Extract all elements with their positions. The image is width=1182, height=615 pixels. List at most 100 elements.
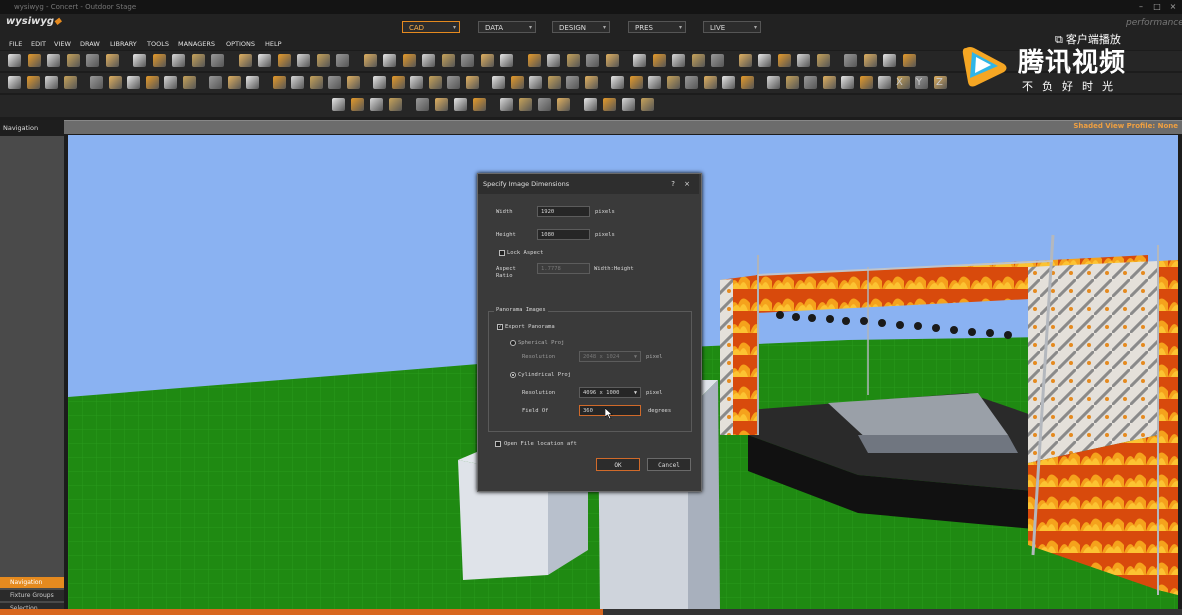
tool-icon[interactable]	[246, 76, 259, 89]
tool-icon[interactable]	[777, 54, 791, 67]
open-file-location-checkbox[interactable]	[495, 441, 501, 447]
tool-icon[interactable]	[641, 98, 654, 111]
tool-icon[interactable]	[611, 76, 624, 89]
tool-icon[interactable]	[480, 54, 494, 67]
tool-icon[interactable]	[519, 98, 532, 111]
menu-tools[interactable]: TOOLS	[147, 38, 169, 50]
tool-icon[interactable]	[26, 76, 40, 89]
tool-icon[interactable]	[416, 98, 429, 111]
tool-icon[interactable]	[465, 76, 479, 89]
nav-tab-fixture-groups[interactable]: Fixture Groups	[0, 590, 64, 601]
menu-draw[interactable]: DRAW	[80, 38, 100, 50]
tool-icon[interactable]	[422, 54, 435, 67]
tool-icon[interactable]	[691, 54, 705, 67]
tool-icon[interactable]	[722, 76, 735, 89]
tool-icon[interactable]	[622, 98, 635, 111]
tool-icon[interactable]	[797, 54, 810, 67]
tool-icon[interactable]	[164, 76, 177, 89]
tool-icon[interactable]	[105, 54, 119, 67]
tool-icon[interactable]	[758, 54, 771, 67]
tool-icon[interactable]	[547, 76, 561, 89]
tool-icon[interactable]	[584, 76, 598, 89]
tool-icon[interactable]	[238, 54, 252, 67]
minimize-icon[interactable]: –	[1134, 0, 1148, 14]
tool-icon[interactable]	[309, 76, 323, 89]
tool-icon[interactable]	[883, 54, 896, 67]
mode-tab-cad[interactable]: CAD ▾	[402, 21, 460, 33]
tool-icon[interactable]	[738, 54, 752, 67]
tool-icon[interactable]	[211, 54, 224, 67]
tool-icon[interactable]	[45, 76, 58, 89]
tool-icon[interactable]	[841, 76, 854, 89]
menu-view[interactable]: VIEW	[54, 38, 71, 50]
tool-icon[interactable]	[145, 76, 159, 89]
tool-icon[interactable]	[538, 98, 551, 111]
tool-icon[interactable]	[363, 54, 377, 67]
tool-icon[interactable]	[328, 76, 341, 89]
tool-icon[interactable]	[473, 98, 486, 111]
tool-icon[interactable]	[500, 98, 513, 111]
video-progress-bar[interactable]	[0, 609, 1182, 615]
tool-icon[interactable]	[586, 54, 599, 67]
tool-icon[interactable]	[209, 76, 222, 89]
tool-icon[interactable]	[785, 76, 799, 89]
mode-tab-design[interactable]: DESIGN ▾	[552, 21, 610, 33]
tool-icon[interactable]	[447, 76, 460, 89]
shaded-view-profile[interactable]: Shaded View Profile: None	[1073, 122, 1178, 130]
axis-y-button[interactable]: Y	[916, 77, 922, 88]
tool-icon[interactable]	[767, 76, 780, 89]
tool-icon[interactable]	[566, 76, 579, 89]
axis-z-button[interactable]: Z	[936, 77, 943, 88]
dialog-close-icon[interactable]: ×	[684, 174, 690, 194]
tool-icon[interactable]	[346, 76, 360, 89]
tool-icon[interactable]	[529, 76, 542, 89]
tool-icon[interactable]	[402, 54, 416, 67]
height-input[interactable]: 1080	[537, 229, 590, 240]
tool-icon[interactable]	[584, 98, 597, 111]
tool-icon[interactable]	[127, 76, 140, 89]
tool-icon[interactable]	[441, 54, 455, 67]
tool-icon[interactable]	[844, 54, 857, 67]
tool-icon[interactable]	[703, 76, 717, 89]
tool-icon[interactable]	[410, 76, 423, 89]
tool-icon[interactable]	[428, 76, 442, 89]
tool-icon[interactable]	[859, 76, 873, 89]
width-input[interactable]: 1920	[537, 206, 590, 217]
tool-icon[interactable]	[461, 54, 474, 67]
axis-x-button[interactable]: X	[896, 77, 903, 88]
tool-icon[interactable]	[603, 98, 616, 111]
tool-icon[interactable]	[902, 54, 916, 67]
tool-icon[interactable]	[666, 76, 680, 89]
tool-icon[interactable]	[547, 54, 560, 67]
menu-edit[interactable]: EDIT	[31, 38, 46, 50]
mode-tab-pres[interactable]: PRES ▾	[628, 21, 686, 33]
tool-icon[interactable]	[297, 54, 310, 67]
tool-icon[interactable]	[557, 98, 570, 111]
menu-managers[interactable]: MANAGERS	[178, 38, 215, 50]
tool-icon[interactable]	[648, 76, 661, 89]
tool-icon[interactable]	[332, 98, 345, 111]
tool-icon[interactable]	[652, 54, 666, 67]
tool-icon[interactable]	[510, 76, 524, 89]
tool-icon[interactable]	[878, 76, 891, 89]
tool-icon[interactable]	[316, 54, 330, 67]
tool-icon[interactable]	[90, 76, 103, 89]
tool-icon[interactable]	[500, 54, 513, 67]
tool-icon[interactable]	[672, 54, 685, 67]
tool-icon[interactable]	[629, 76, 643, 89]
menu-options[interactable]: OPTIONS	[226, 38, 255, 50]
tool-icon[interactable]	[191, 54, 205, 67]
tool-icon[interactable]	[454, 98, 467, 111]
spherical-radio[interactable]	[510, 340, 516, 346]
tool-icon[interactable]	[804, 76, 817, 89]
ok-button[interactable]: OK	[596, 458, 640, 471]
tool-icon[interactable]	[258, 54, 271, 67]
cancel-button[interactable]: Cancel	[647, 458, 691, 471]
help-icon[interactable]: ?	[671, 174, 675, 194]
mode-tab-data[interactable]: DATA ▾	[478, 21, 536, 33]
tool-icon[interactable]	[8, 76, 21, 89]
tool-icon[interactable]	[435, 98, 448, 111]
tool-icon[interactable]	[527, 54, 541, 67]
tool-icon[interactable]	[291, 76, 304, 89]
close-icon[interactable]: ×	[1166, 0, 1180, 14]
